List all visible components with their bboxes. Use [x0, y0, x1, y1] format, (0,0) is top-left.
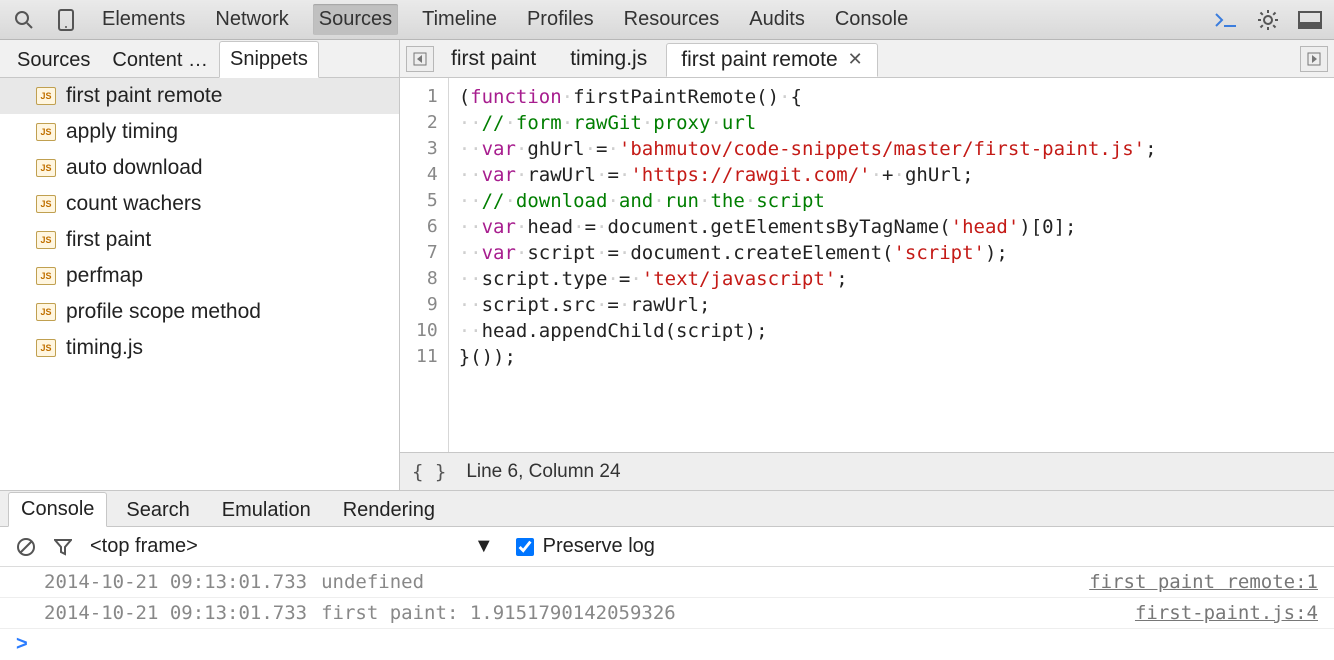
file-tab-0[interactable]: first paint: [436, 42, 551, 76]
snippet-label: perfmap: [66, 264, 143, 288]
snippet-item[interactable]: JS first paint: [0, 222, 399, 258]
cursor-position: Line 6, Column 24: [466, 461, 620, 483]
show-console-icon[interactable]: [1214, 12, 1238, 28]
navigator-tab-2[interactable]: Snippets: [219, 41, 319, 78]
console-output: 2014-10-21 09:13:01.733undefinedfirst pa…: [0, 567, 1334, 629]
code-editor: 1234567891011 (function·firstPaintRemote…: [400, 78, 1334, 490]
navigator-tabs: SourcesContent …Snippets: [0, 40, 400, 77]
snippet-item[interactable]: JS first paint remote: [0, 78, 399, 114]
snippet-item[interactable]: JS profile scope method: [0, 294, 399, 330]
snippet-label: profile scope method: [66, 300, 261, 324]
console-prompt[interactable]: >: [0, 629, 1334, 660]
preserve-log-input[interactable]: [516, 538, 534, 556]
snippet-label: timing.js: [66, 336, 143, 360]
snippet-label: first paint: [66, 228, 151, 252]
snippet-label: first paint remote: [66, 84, 222, 108]
main-tab-resources[interactable]: Resources: [618, 4, 726, 35]
open-file-tabs: first paint timing.js first paint remote ✕: [400, 40, 1334, 77]
js-file-icon: JS: [36, 339, 56, 357]
filter-icon[interactable]: [54, 538, 72, 556]
snippet-item[interactable]: JS perfmap: [0, 258, 399, 294]
main-tab-timeline[interactable]: Timeline: [416, 4, 503, 35]
file-tab-label: first paint remote: [681, 48, 837, 72]
snippets-list: JS first paint remote JS apply timing JS auto…: [0, 78, 400, 490]
search-icon[interactable]: [12, 10, 36, 30]
log-source-link[interactable]: first paint remote:1: [1089, 571, 1318, 593]
devtools-tabbar: Elements Network Sources Timeline Profiles Re…: [0, 0, 1334, 40]
line-gutter: 1234567891011: [400, 78, 449, 452]
main-tabs-container: Elements Network Sources Timeline Profiles Re…: [96, 4, 914, 35]
clear-console-icon[interactable]: [16, 537, 36, 557]
console-toolbar: <top frame> ▼ Preserve log: [0, 527, 1334, 567]
editor-status-bar: { } Line 6, Column 24: [400, 452, 1334, 490]
js-file-icon: JS: [36, 123, 56, 141]
device-mode-icon[interactable]: [54, 9, 78, 31]
main-tab-sources[interactable]: Sources: [313, 4, 398, 35]
snippet-item[interactable]: JS count wachers: [0, 186, 399, 222]
settings-gear-icon[interactable]: [1256, 9, 1280, 31]
log-message: first paint: 1.9151790142059326: [321, 602, 1135, 624]
nav-back-icon[interactable]: [406, 46, 434, 72]
drawer-tab-search[interactable]: Search: [113, 493, 202, 527]
dock-side-icon[interactable]: [1298, 11, 1322, 29]
file-tab-label: timing.js: [570, 47, 647, 71]
file-tab-label: first paint: [451, 47, 536, 71]
code-content[interactable]: (function·firstPaintRemote()·{··//·form·…: [449, 78, 1167, 452]
chevron-down-icon: ▼: [474, 535, 494, 558]
close-icon[interactable]: ✕: [848, 49, 863, 70]
snippet-item[interactable]: JS apply timing: [0, 114, 399, 150]
log-source-link[interactable]: first-paint.js:4: [1135, 602, 1318, 624]
log-message: undefined: [321, 571, 1089, 593]
drawer-tabs: ConsoleSearchEmulationRendering: [0, 491, 1334, 527]
log-timestamp: 2014-10-21 09:13:01.733: [44, 602, 307, 624]
snippet-item[interactable]: JS timing.js: [0, 330, 399, 366]
sources-panel: JS first paint remote JS apply timing JS auto…: [0, 78, 1334, 491]
file-tab-1[interactable]: timing.js: [555, 42, 662, 76]
drawer-tab-console[interactable]: Console: [8, 492, 107, 527]
execution-context-selector[interactable]: <top frame> ▼: [90, 535, 494, 558]
js-file-icon: JS: [36, 159, 56, 177]
snippet-label: count wachers: [66, 192, 201, 216]
pretty-print-icon[interactable]: { }: [412, 461, 446, 483]
js-file-icon: JS: [36, 303, 56, 321]
file-tab-2[interactable]: first paint remote ✕: [666, 43, 878, 77]
preserve-log-label: Preserve log: [543, 535, 655, 558]
js-file-icon: JS: [36, 87, 56, 105]
main-tab-profiles[interactable]: Profiles: [521, 4, 600, 35]
snippet-item[interactable]: JS auto download: [0, 150, 399, 186]
log-timestamp: 2014-10-21 09:13:01.733: [44, 571, 307, 593]
snippet-label: auto download: [66, 156, 203, 180]
navigator-tab-0[interactable]: Sources: [6, 42, 101, 78]
secondary-bar: SourcesContent …Snippets first paint timi…: [0, 40, 1334, 78]
console-line: 2014-10-21 09:13:01.733 first paint: 1.91…: [0, 598, 1334, 629]
nav-forward-icon[interactable]: [1300, 46, 1328, 72]
main-tab-console[interactable]: Console: [829, 4, 914, 35]
js-file-icon: JS: [36, 267, 56, 285]
code-scroll[interactable]: 1234567891011 (function·firstPaintRemote…: [400, 78, 1334, 452]
main-tab-elements[interactable]: Elements: [96, 4, 191, 35]
frame-label: <top frame>: [90, 535, 198, 558]
js-file-icon: JS: [36, 195, 56, 213]
snippet-label: apply timing: [66, 120, 178, 144]
navigator-tab-1[interactable]: Content …: [101, 42, 219, 78]
main-tab-audits[interactable]: Audits: [743, 4, 811, 35]
preserve-log-checkbox[interactable]: Preserve log: [512, 535, 655, 559]
drawer-tab-rendering[interactable]: Rendering: [330, 493, 448, 527]
drawer-tab-emulation[interactable]: Emulation: [209, 493, 324, 527]
js-file-icon: JS: [36, 231, 56, 249]
console-line: 2014-10-21 09:13:01.733 undefinedfirst pa…: [0, 567, 1334, 598]
main-tab-network[interactable]: Network: [209, 4, 294, 35]
